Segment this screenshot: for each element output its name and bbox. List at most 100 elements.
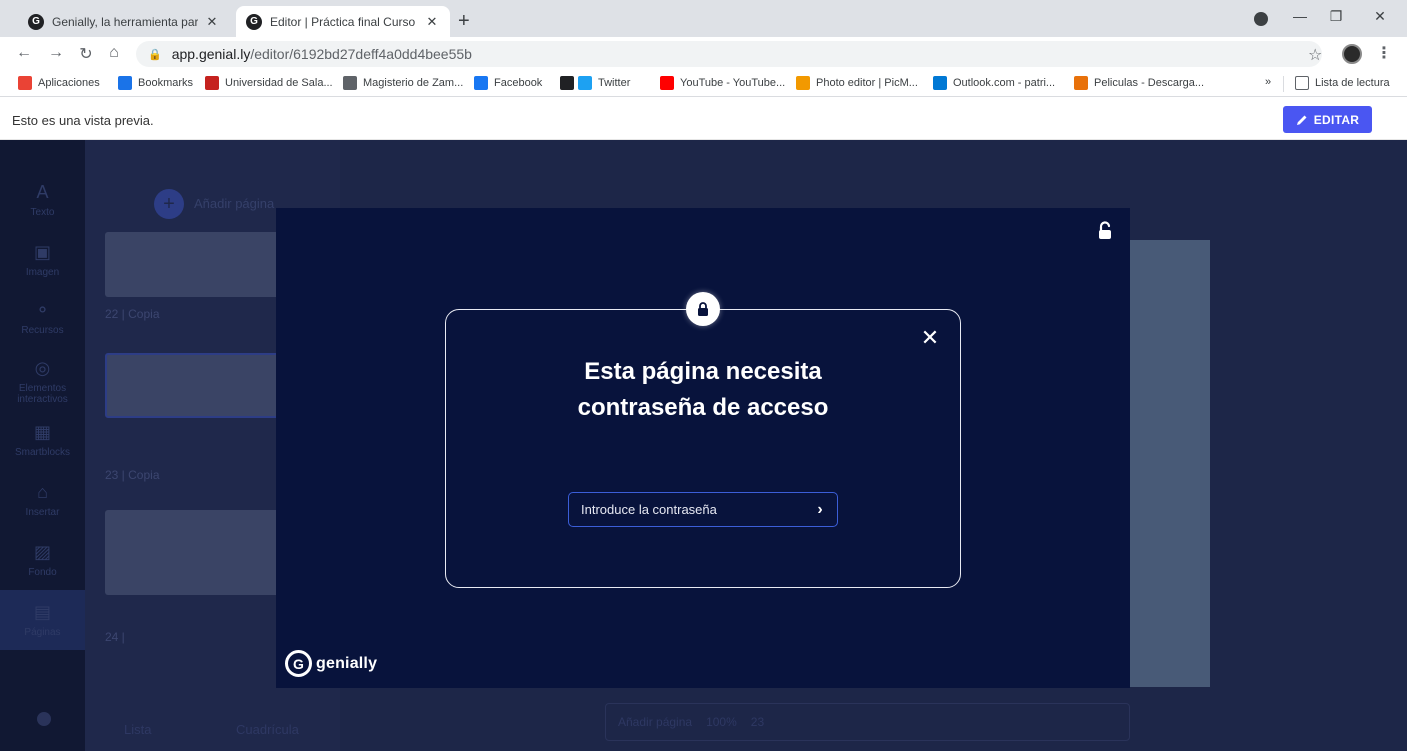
apps-grid-icon — [18, 76, 32, 90]
text-icon: A — [36, 182, 49, 202]
bookmark-item[interactable]: Peliculas - Descarga... — [1074, 76, 1204, 90]
bookmark-label: Facebook — [494, 77, 543, 89]
page-thumbnail[interactable] — [105, 232, 280, 297]
password-input[interactable] — [581, 502, 801, 517]
page-label: 24 | — [105, 630, 125, 644]
more-bookmarks-button[interactable]: » — [1265, 76, 1271, 88]
eye-icon — [796, 76, 810, 90]
rail-label: Páginas — [24, 627, 61, 638]
bookmark-label: Aplicaciones — [38, 77, 100, 89]
genially-logo: G genially — [285, 650, 377, 677]
browser-tab-bar: G Genially, la herramienta para crea ✕ G… — [0, 0, 1407, 37]
university-icon — [205, 76, 219, 90]
reading-list-button[interactable]: Lista de lectura — [1295, 76, 1390, 90]
new-tab-button[interactable]: + — [458, 11, 470, 31]
interactive-icon: ◎ — [34, 358, 51, 378]
rail-label: Smartblocks — [14, 447, 70, 458]
bookmark-label: Bookmarks — [138, 77, 194, 89]
rail-item-insertar[interactable]: ⌂ Insertar — [0, 482, 85, 518]
bookmark-label: YouTube - YouTube... — [680, 77, 786, 89]
url-field[interactable]: 🔒 app.genial.ly/editor/6192bd27deff4a0dd… — [136, 41, 1322, 67]
close-icon[interactable]: ✕ — [920, 327, 940, 349]
close-icon[interactable]: ✕ — [424, 14, 440, 30]
browser-tab-editor[interactable]: G Editor | Práctica final Curso Genia ✕ — [236, 6, 450, 37]
page-label: 23 | Copia — [105, 468, 160, 482]
add-page-label[interactable]: Añadir página — [194, 196, 274, 211]
rail-item-texto[interactable]: A Texto — [0, 182, 85, 218]
window-close-icon[interactable]: ✕ — [1370, 8, 1390, 25]
unlock-icon[interactable] — [1096, 221, 1116, 241]
bookmark-label: Outlook.com - patri... — [953, 77, 1056, 89]
home-icon[interactable]: ⌂ — [104, 44, 124, 62]
back-arrow-icon[interactable]: ← — [14, 44, 34, 62]
browser-profile-icon[interactable] — [1254, 12, 1268, 26]
bookmark-star-icon[interactable]: ☆ — [1308, 45, 1322, 65]
avatar[interactable] — [1342, 44, 1362, 64]
image-icon: ▣ — [33, 242, 51, 262]
rail-label: Fondo — [28, 567, 57, 578]
browser-tab-genially[interactable]: G Genially, la herramienta para crea ✕ — [18, 6, 230, 37]
maximize-icon[interactable]: ❐ — [1326, 8, 1346, 25]
preview-message: Esto es una vista previa. — [12, 113, 154, 128]
page-number: 23 — [750, 715, 765, 729]
app-icon — [560, 76, 574, 90]
rail-item-imagen[interactable]: ▣ Imagen — [0, 242, 85, 278]
bookmark-item[interactable]: Outlook.com - patri... — [933, 76, 1055, 90]
lock-icon: 🔒 — [148, 48, 162, 61]
forward-arrow-icon[interactable]: → — [46, 44, 66, 62]
bookmark-item[interactable]: Photo editor | PicM... — [796, 76, 918, 90]
page-thumbnail-selected[interactable] — [105, 353, 280, 418]
browser-menu-icon[interactable]: ⋮ — [1376, 43, 1392, 63]
bookmark-item[interactable]: Facebook — [474, 76, 542, 90]
view-list-tab[interactable]: Lista — [124, 722, 151, 737]
rail-item-fondo[interactable]: ▨ Fondo — [0, 542, 85, 578]
reload-icon[interactable]: ↻ — [76, 44, 96, 64]
bookmark-item[interactable]: Bookmarks — [118, 76, 193, 90]
url-path: /editor/6192bd27deff4a0dd4bee55b — [250, 46, 472, 62]
add-page-icon[interactable]: + — [154, 189, 184, 219]
bookmark-item[interactable]: Twitter — [578, 76, 630, 90]
outlook-icon — [933, 76, 947, 90]
bookmark-item[interactable] — [560, 76, 580, 90]
background-icon: ▨ — [33, 542, 51, 562]
minimize-icon[interactable]: — — [1290, 8, 1310, 24]
insert-icon: ⌂ — [37, 482, 48, 502]
editor-left-rail: A Texto ▣ Imagen ⚬ Recursos ◎ Elementos inte… — [0, 140, 85, 751]
smartblocks-icon: ▦ — [33, 422, 51, 442]
close-icon[interactable]: ✕ — [204, 14, 220, 30]
lock-icon — [686, 292, 720, 326]
editor-bottom-toolbar: Añadir página 100% 23 — [605, 703, 1130, 741]
help-icon[interactable] — [37, 712, 51, 726]
bookmark-item[interactable]: YouTube - YouTube... — [660, 76, 785, 90]
bookmark-label: Twitter — [598, 77, 631, 89]
modal-title: Esta página necesita contraseña de acces… — [577, 358, 829, 421]
rail-label: Elementos interactivos — [17, 383, 68, 405]
rail-label: Imagen — [25, 267, 60, 278]
bookmark-item[interactable]: Magisterio de Zam... — [343, 76, 463, 90]
bookmarks-bar: Aplicaciones Bookmarks Universidad de Sala… — [0, 71, 1407, 97]
bookmark-item[interactable]: Universidad de Sala... — [205, 76, 333, 90]
page-thumbnail[interactable] — [105, 510, 280, 595]
reading-list-icon — [1295, 76, 1309, 90]
bookmarks-divider — [1283, 76, 1284, 92]
rail-item-smartblocks[interactable]: ▦ Smartblocks — [0, 422, 85, 458]
youtube-icon — [660, 76, 674, 90]
password-field[interactable] — [568, 492, 838, 527]
rail-label: Texto — [30, 207, 55, 218]
pencil-icon — [1296, 115, 1307, 125]
twitter-icon — [578, 76, 592, 90]
page-label: 22 | Copia — [105, 307, 160, 321]
rail-item-paginas[interactable]: ▤ Páginas — [0, 602, 85, 638]
chevron-right-icon[interactable]: › — [812, 500, 828, 520]
edit-button[interactable]: EDITAR — [1283, 106, 1372, 133]
view-grid-tab[interactable]: Cuadrícula — [236, 722, 299, 737]
url-domain: app.genial.ly — [171, 46, 251, 62]
padlock-glyph — [698, 302, 708, 316]
movie-icon — [1074, 76, 1088, 90]
canvas-edge — [1128, 240, 1210, 687]
add-page-toolbar-button[interactable]: Añadir página — [618, 715, 692, 729]
bookmark-item[interactable]: Aplicaciones — [18, 76, 100, 90]
resources-icon: ⚬ — [34, 300, 51, 320]
rail-item-interactivos[interactable]: ◎ Elementos interactivos — [0, 358, 85, 405]
rail-item-recursos[interactable]: ⚬ Recursos — [0, 300, 85, 336]
